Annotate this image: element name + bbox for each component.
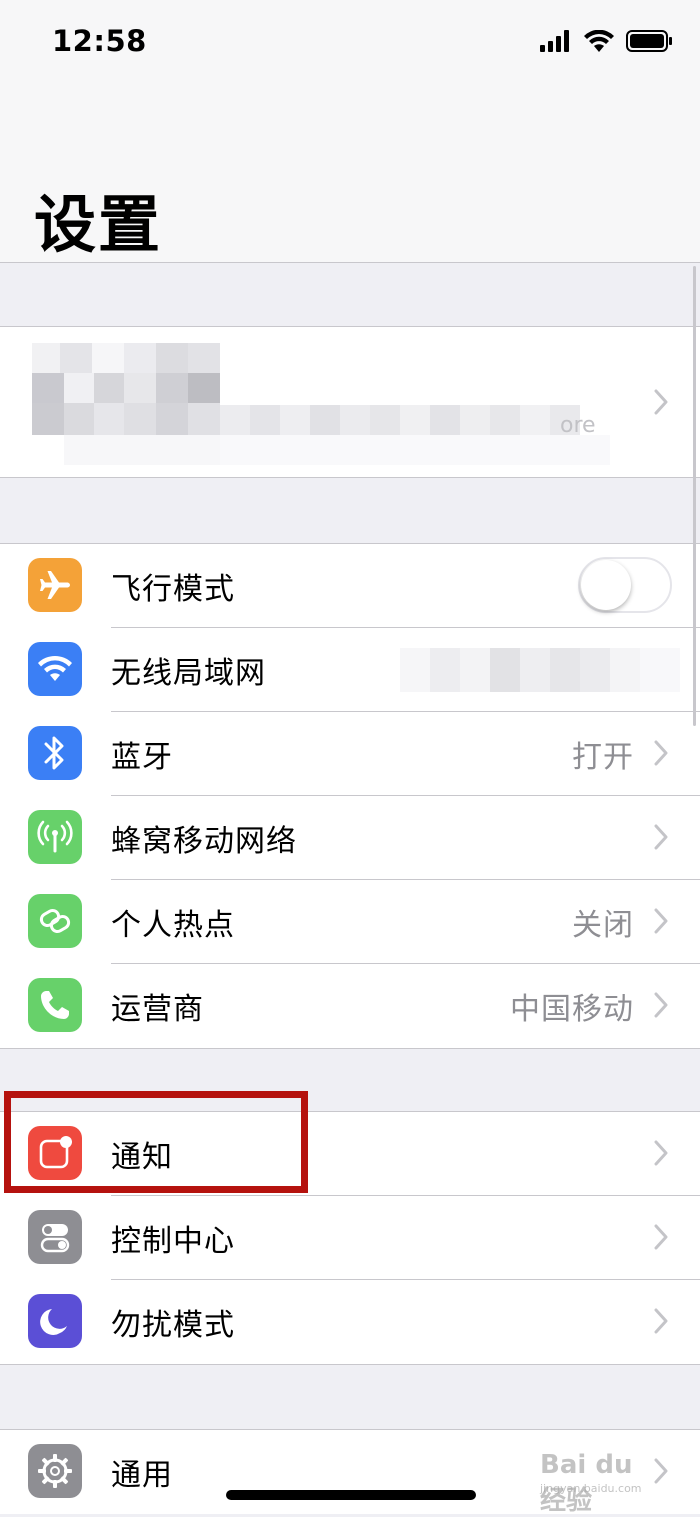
bluetooth-icon-box (28, 726, 82, 780)
status-bar: 12:58 (0, 0, 700, 90)
hotspot-icon-box (28, 894, 82, 948)
control-center-icon-box (28, 1210, 82, 1264)
row-label: 通用 (111, 1458, 173, 1493)
row-control-center[interactable]: 控制中心 (0, 1196, 700, 1280)
highlight-annotation-box (4, 1091, 308, 1193)
cellular-icon (37, 820, 73, 853)
connectivity-group: 飞行模式 无线局域网 蓝牙 打开 蜂窝移动网络 个人热点 关闭 运营商 中国移动 (0, 543, 700, 1049)
row-do-not-disturb[interactable]: 勿扰模式 (0, 1280, 700, 1364)
airplane-icon (40, 571, 70, 599)
row-value: 打开 (572, 740, 634, 775)
profile-text-fragment: ore (560, 413, 596, 438)
chevron-right-icon (654, 1224, 668, 1250)
row-cellular[interactable]: 蜂窝移动网络 (0, 796, 700, 880)
switches-icon (40, 1224, 70, 1253)
phone-icon-box (28, 978, 82, 1032)
toggle-knob (581, 560, 631, 610)
row-label: 无线局域网 (111, 656, 266, 691)
chevron-right-icon (654, 908, 668, 934)
row-label: 蜂窝移动网络 (111, 824, 297, 859)
watermark-url: jingyan.baidu.com (540, 1482, 642, 1495)
wifi-icon (38, 655, 72, 681)
row-label: 运营商 (111, 992, 204, 1027)
row-bluetooth[interactable]: 蓝牙 打开 (0, 712, 700, 796)
dnd-icon-box (28, 1294, 82, 1348)
phone-icon (41, 991, 69, 1019)
chevron-right-icon (654, 740, 668, 766)
battery-icon (626, 30, 672, 52)
row-label: 控制中心 (111, 1224, 235, 1259)
moon-icon (40, 1309, 67, 1335)
pixelated-profile-info (32, 343, 622, 467)
chevron-right-icon (654, 1140, 668, 1166)
signal-icon (540, 30, 569, 52)
status-time: 12:58 (52, 24, 147, 58)
pixelated-network-name (400, 648, 680, 692)
navigation-bar: 设置 (0, 90, 700, 263)
row-label: 蓝牙 (111, 740, 173, 775)
page-title: 设置 (34, 188, 163, 261)
row-personal-hotspot[interactable]: 个人热点 关闭 (0, 880, 700, 964)
chevron-right-icon (654, 1308, 668, 1334)
row-carrier[interactable]: 运营商 中国移动 (0, 964, 700, 1048)
baidu-watermark: Bai du 经验 jingyan.baidu.com (540, 1440, 660, 1516)
row-airplane-mode[interactable]: 飞行模式 (0, 544, 700, 628)
row-value: 关闭 (572, 908, 634, 943)
apple-id-profile-row[interactable]: ore (0, 326, 700, 478)
chevron-right-icon (654, 992, 668, 1018)
row-label: 个人热点 (111, 908, 235, 943)
gear-icon (38, 1454, 72, 1488)
row-label: 飞行模式 (111, 572, 235, 607)
hotspot-icon (39, 909, 71, 933)
wifi-status-icon (584, 30, 614, 52)
airplane-icon-box (28, 558, 82, 612)
home-indicator[interactable] (226, 1490, 476, 1500)
status-icons (540, 30, 672, 52)
wifi-icon-box (28, 642, 82, 696)
row-value: 中国移动 (510, 992, 634, 1027)
cellular-icon-box (28, 810, 82, 864)
airplane-mode-toggle[interactable] (578, 557, 672, 613)
general-icon-box (28, 1444, 82, 1498)
row-label: 勿扰模式 (111, 1308, 235, 1343)
row-wifi[interactable]: 无线局域网 (0, 628, 700, 712)
chevron-right-icon (654, 824, 668, 850)
chevron-right-icon (654, 389, 668, 415)
scroll-indicator (693, 266, 696, 726)
bluetooth-icon (44, 736, 64, 770)
